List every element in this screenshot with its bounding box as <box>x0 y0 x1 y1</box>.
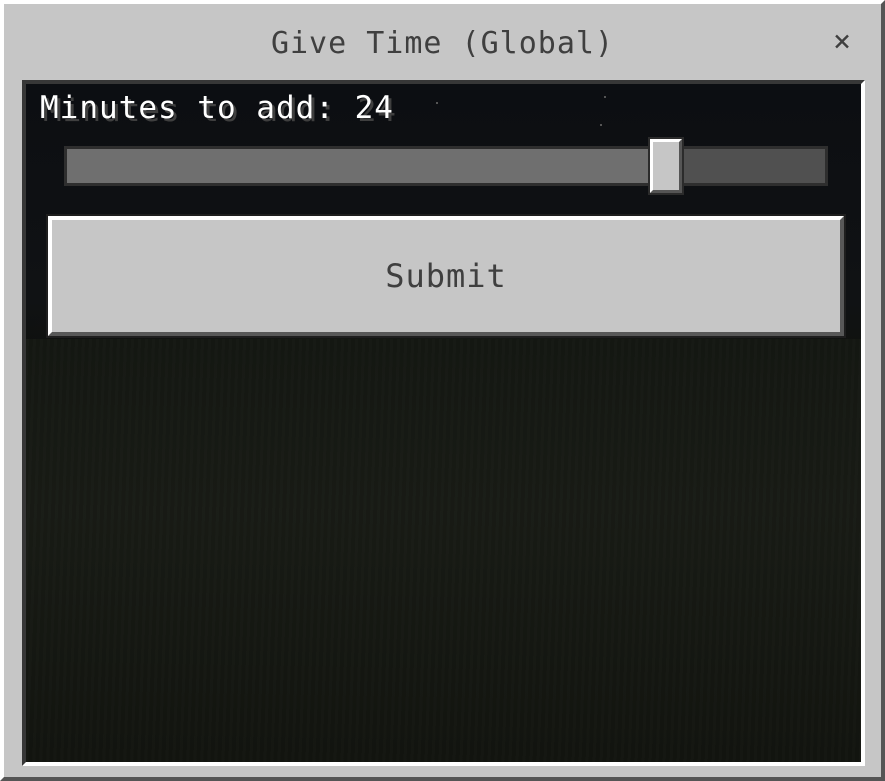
grass-field-background <box>26 339 861 762</box>
submit-button[interactable]: Submit <box>46 214 846 338</box>
dialog-title: Give Time (Global) <box>270 26 615 61</box>
star <box>604 96 606 98</box>
star <box>600 124 602 126</box>
slider-fill <box>67 149 666 183</box>
slider-thumb[interactable] <box>647 137 684 195</box>
modal-form-dialog: Give Time (Global) × Minutes to add: 24 … <box>0 0 885 781</box>
star <box>436 102 438 104</box>
minutes-slider[interactable] <box>64 137 828 195</box>
dialog-title-bar: Give Time (Global) × <box>4 4 881 82</box>
close-icon[interactable]: × <box>829 27 855 57</box>
dialog-content: Minutes to add: 24 Submit <box>22 80 865 766</box>
slider-label: Minutes to add: 24 <box>40 90 394 126</box>
